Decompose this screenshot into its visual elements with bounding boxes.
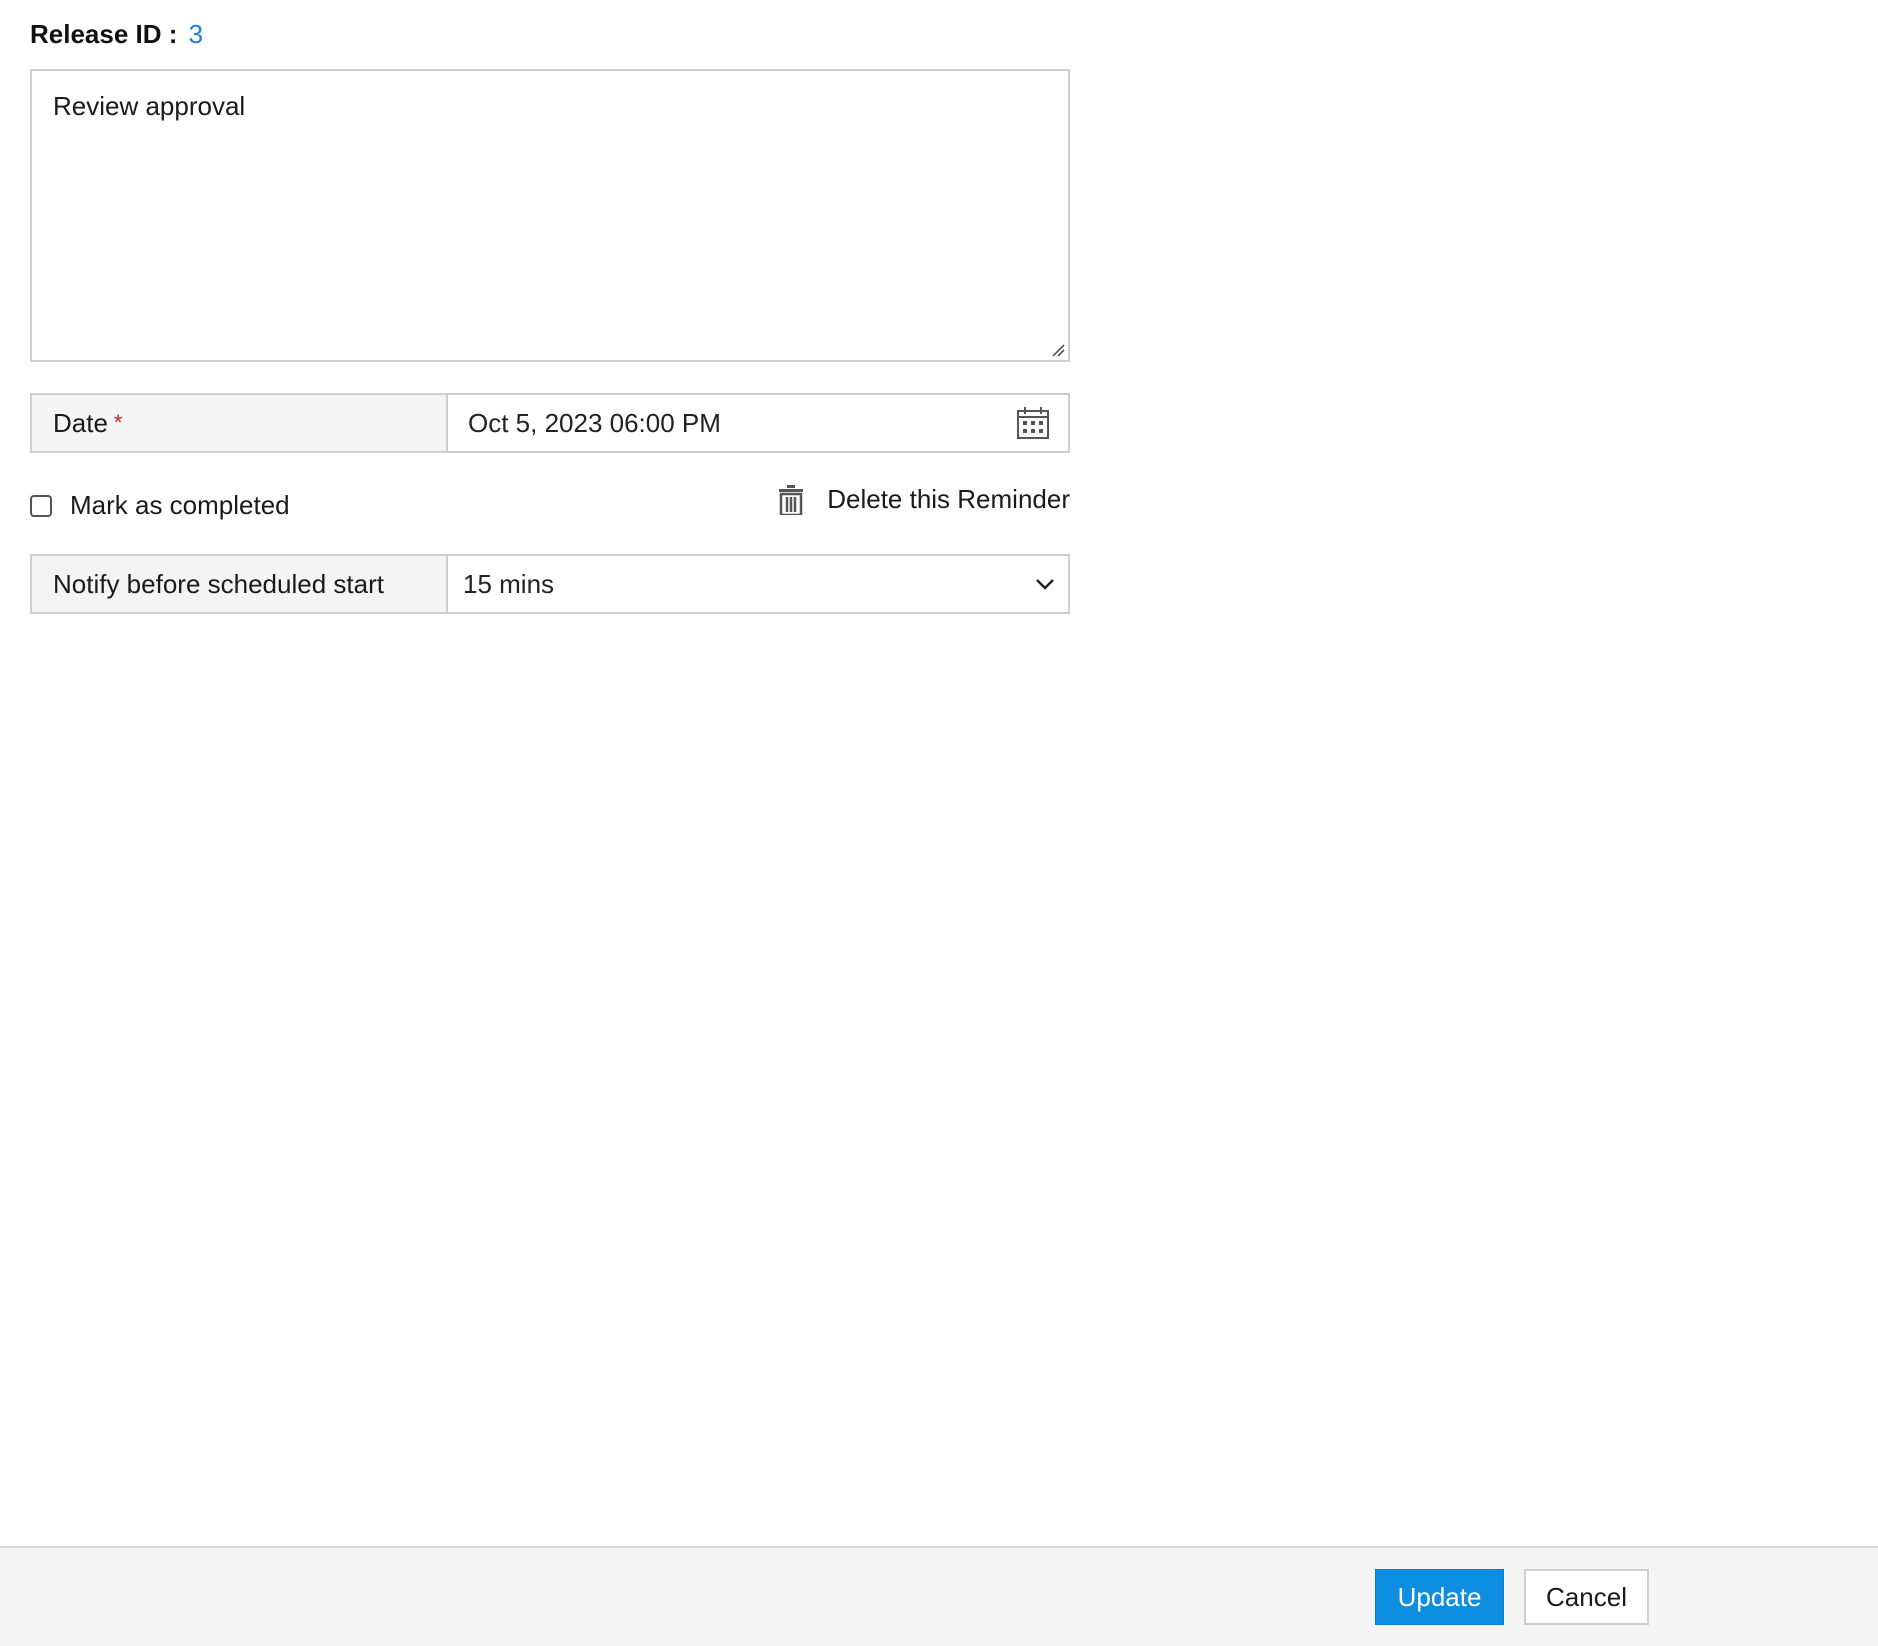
release-id-value[interactable]: 3: [189, 19, 203, 49]
notify-field-row: Notify before scheduled start 15 mins: [30, 554, 1070, 614]
notify-selected-value: 15 mins: [463, 568, 555, 599]
date-value: Oct 5, 2023 06:00 PM: [468, 407, 721, 438]
resize-grip-icon[interactable]: [1051, 343, 1065, 357]
footer-bar: Update Cancel: [0, 1546, 1878, 1646]
chevron-down-icon[interactable]: [1034, 577, 1056, 591]
mark-completed-label[interactable]: Mark as completed: [70, 490, 290, 521]
date-field-label: Date *: [32, 395, 448, 451]
mark-completed-checkbox[interactable]: [30, 494, 52, 517]
notify-label-text: Notify before scheduled start: [53, 568, 384, 599]
date-label-text: Date: [53, 407, 108, 438]
release-id-label: Release ID :: [30, 19, 178, 49]
calendar-icon[interactable]: [1016, 406, 1050, 440]
notify-select[interactable]: 15 mins: [448, 556, 1068, 612]
date-input[interactable]: Oct 5, 2023 06:00 PM: [448, 395, 1068, 451]
release-id-row: Release ID : 3: [30, 18, 203, 50]
date-field-row: Date * Oct 5, 2023 06:00 PM: [30, 393, 1070, 453]
delete-reminder-link[interactable]: Delete this Reminder: [779, 484, 1070, 515]
cancel-button[interactable]: Cancel: [1524, 1569, 1649, 1625]
notes-textarea[interactable]: Review approval: [30, 69, 1070, 362]
update-button[interactable]: Update: [1375, 1569, 1504, 1625]
mark-completed-row[interactable]: Mark as completed: [30, 490, 290, 521]
required-indicator: *: [113, 410, 123, 435]
delete-reminder-label[interactable]: Delete this Reminder: [827, 484, 1070, 515]
notify-field-label: Notify before scheduled start: [32, 556, 448, 612]
notes-text: Review approval: [53, 91, 246, 121]
trash-icon[interactable]: [779, 484, 804, 515]
